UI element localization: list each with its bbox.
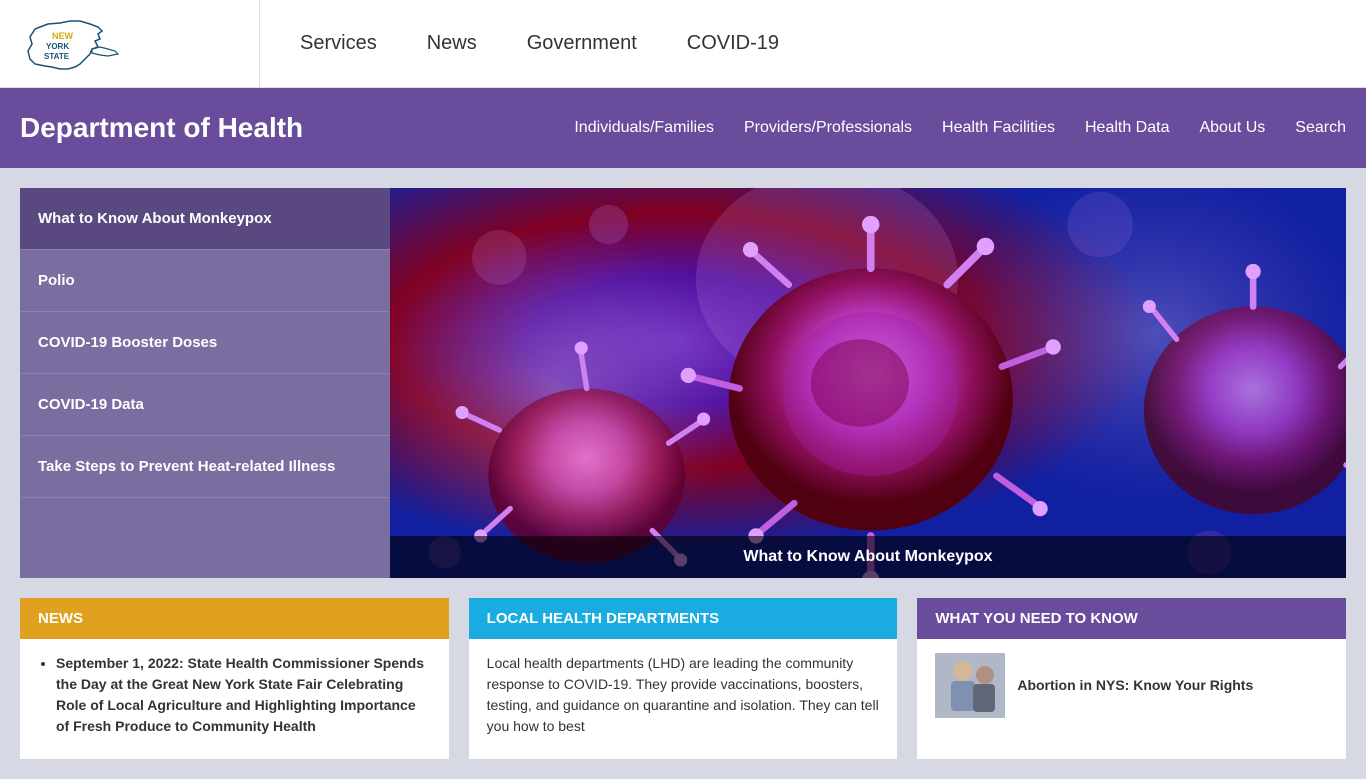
nav-services[interactable]: Services <box>300 32 377 55</box>
wynk-header: WHAT YOU NEED TO KNOW <box>917 598 1346 639</box>
wynk-card: WHAT YOU NEED TO KNOW Abortion in NY <box>917 598 1346 759</box>
nav-search[interactable]: Search <box>1295 119 1346 137</box>
featured-visual <box>390 188 1346 578</box>
top-nav-links: Services News Government COVID-19 <box>260 32 779 55</box>
nav-providers-professionals[interactable]: Providers/Professionals <box>744 119 912 137</box>
department-navigation: Individuals/Families Providers/Professio… <box>320 119 1346 137</box>
featured-image: What to Know About Monkeypox <box>390 188 1346 578</box>
department-title: Department of Health <box>20 112 320 144</box>
lhd-body: Local health departments (LHD) are leadi… <box>469 639 898 751</box>
news-item-1[interactable]: September 1, 2022: State Health Commissi… <box>56 653 431 737</box>
sidebar-item-heat-illness[interactable]: Take Steps to Prevent Heat-related Illne… <box>20 436 390 498</box>
nav-news[interactable]: News <box>427 32 477 55</box>
sidebar-item-covid-data[interactable]: COVID-19 Data <box>20 374 390 436</box>
nav-about-us[interactable]: About Us <box>1199 119 1265 137</box>
featured-caption: What to Know About Monkeypox <box>390 536 1346 578</box>
nav-health-facilities[interactable]: Health Facilities <box>942 119 1055 137</box>
bottom-sections: NEWS September 1, 2022: State Health Com… <box>20 598 1346 759</box>
sidebar-item-polio[interactable]: Polio <box>20 250 390 312</box>
lhd-card: LOCAL HEALTH DEPARTMENTS Local health de… <box>469 598 898 759</box>
wynk-thumb <box>935 653 1005 718</box>
sidebar-item-covid-booster[interactable]: COVID-19 Booster Doses <box>20 312 390 374</box>
svg-text:YORK: YORK <box>46 42 69 51</box>
wynk-item-1-title: Abortion in NYS: Know Your Rights <box>1017 675 1253 696</box>
featured-section: What to Know About Monkeypox Polio COVID… <box>20 188 1346 578</box>
nav-government[interactable]: Government <box>527 32 637 55</box>
main-content: What to Know About Monkeypox Polio COVID… <box>0 168 1366 779</box>
svg-text:NEW: NEW <box>52 31 74 41</box>
wynk-body: Abortion in NYS: Know Your Rights <box>917 639 1346 732</box>
nav-covid19[interactable]: COVID-19 <box>687 32 779 55</box>
wynk-item-1[interactable]: Abortion in NYS: Know Your Rights <box>935 653 1328 718</box>
svg-text:STATE: STATE <box>44 52 70 61</box>
sidebar-item-monkeypox[interactable]: What to Know About Monkeypox <box>20 188 390 250</box>
news-body: September 1, 2022: State Health Commissi… <box>20 639 449 759</box>
nav-individuals-families[interactable]: Individuals/Families <box>574 119 714 137</box>
lhd-header: LOCAL HEALTH DEPARTMENTS <box>469 598 898 639</box>
sidebar-list: What to Know About Monkeypox Polio COVID… <box>20 188 390 578</box>
top-navigation: NEW YORK STATE Services News Government … <box>0 0 1366 88</box>
news-item-1-text: September 1, 2022: State Health Commissi… <box>56 655 424 734</box>
logo-area: NEW YORK STATE <box>20 0 260 87</box>
department-header: Department of Health Individuals/Familie… <box>0 88 1366 168</box>
nys-logo: NEW YORK STATE <box>20 9 130 79</box>
lhd-text: Local health departments (LHD) are leadi… <box>487 653 880 737</box>
nav-health-data[interactable]: Health Data <box>1085 119 1170 137</box>
news-header: NEWS <box>20 598 449 639</box>
news-card: NEWS September 1, 2022: State Health Com… <box>20 598 449 759</box>
